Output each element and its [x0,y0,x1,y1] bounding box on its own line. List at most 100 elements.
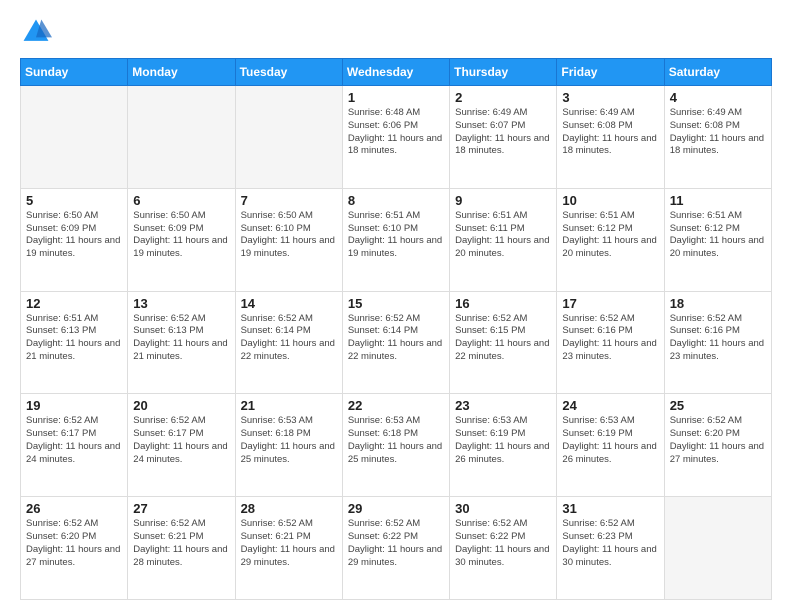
day-info: Sunrise: 6:52 AM Sunset: 6:14 PM Dayligh… [241,313,337,364]
day-number: 6 [133,193,229,208]
weekday-header-row: SundayMondayTuesdayWednesdayThursdayFrid… [21,59,772,86]
calendar-cell: 14 Sunrise: 6:52 AM Sunset: 6:14 PM Dayli… [235,291,342,394]
day-info: Sunrise: 6:49 AM Sunset: 6:08 PM Dayligh… [670,107,766,158]
calendar-cell: 12Sunrise: 6:51 AM Sunset: 6:13 PM Dayli… [21,291,128,394]
day-number: 29 [348,501,444,516]
day-info: Sunrise: 6:52 AM Sunset: 6:20 PM Dayligh… [26,518,122,569]
day-number: 9 [455,193,551,208]
day-info: Sunrise: 6:53 AM Sunset: 6:19 PM Dayligh… [562,415,658,466]
day-number: 19 [26,398,122,413]
day-number: 20 [133,398,229,413]
day-number: 1 [348,90,444,105]
day-info: Sunrise: 6:48 AM Sunset: 6:06 PM Dayligh… [348,107,444,158]
calendar-cell: 23 Sunrise: 6:53 AM Sunset: 6:19 PM Dayli… [450,394,557,497]
day-number: 23 [455,398,551,413]
day-number: 5 [26,193,122,208]
calendar-cell: 31 Sunrise: 6:52 AM Sunset: 6:23 PM Dayli… [557,497,664,600]
calendar-cell: 24 Sunrise: 6:53 AM Sunset: 6:19 PM Dayli… [557,394,664,497]
calendar-cell: 26 Sunrise: 6:52 AM Sunset: 6:20 PM Dayli… [21,497,128,600]
calendar-cell: 1 Sunrise: 6:48 AM Sunset: 6:06 PM Daylig… [342,86,449,189]
day-number: 4 [670,90,766,105]
day-info: Sunrise: 6:49 AM Sunset: 6:08 PM Dayligh… [562,107,658,158]
day-number: 24 [562,398,658,413]
day-number: 11 [670,193,766,208]
day-number: 31 [562,501,658,516]
day-info: Sunrise: 6:50 AM Sunset: 6:10 PM Dayligh… [241,210,337,261]
day-info: Sunrise: 6:52 AM Sunset: 6:21 PM Dayligh… [241,518,337,569]
day-info: Sunrise: 6:52 AM Sunset: 6:16 PM Dayligh… [670,313,766,364]
day-info: Sunrise: 6:51 AM Sunset: 6:12 PM Dayligh… [670,210,766,261]
day-info: Sunrise: 6:51 AM Sunset: 6:10 PM Dayligh… [348,210,444,261]
day-info: Sunrise: 6:52 AM Sunset: 6:15 PM Dayligh… [455,313,551,364]
calendar-cell: 6 Sunrise: 6:50 AM Sunset: 6:09 PM Daylig… [128,188,235,291]
week-row-2: 5 Sunrise: 6:50 AM Sunset: 6:09 PM Daylig… [21,188,772,291]
calendar-cell: 11 Sunrise: 6:51 AM Sunset: 6:12 PM Dayli… [664,188,771,291]
day-number: 26 [26,501,122,516]
day-info: Sunrise: 6:52 AM Sunset: 6:17 PM Dayligh… [26,415,122,466]
week-row-5: 26 Sunrise: 6:52 AM Sunset: 6:20 PM Dayli… [21,497,772,600]
calendar-cell: 4 Sunrise: 6:49 AM Sunset: 6:08 PM Daylig… [664,86,771,189]
calendar-cell: 18 Sunrise: 6:52 AM Sunset: 6:16 PM Dayli… [664,291,771,394]
calendar-cell: 17Sunrise: 6:52 AM Sunset: 6:16 PM Dayli… [557,291,664,394]
day-number: 22 [348,398,444,413]
day-info: Sunrise: 6:52 AM Sunset: 6:21 PM Dayligh… [133,518,229,569]
day-number: 14 [241,296,337,311]
day-number: 27 [133,501,229,516]
day-number: 2 [455,90,551,105]
day-number: 8 [348,193,444,208]
day-info: Sunrise: 6:51 AM Sunset: 6:13 PM Dayligh… [26,313,122,364]
weekday-header-sunday: Sunday [21,59,128,86]
calendar-cell: 2 Sunrise: 6:49 AM Sunset: 6:07 PM Daylig… [450,86,557,189]
page: SundayMondayTuesdayWednesdayThursdayFrid… [0,0,792,612]
weekday-header-friday: Friday [557,59,664,86]
calendar-cell: 30 Sunrise: 6:52 AM Sunset: 6:22 PM Dayli… [450,497,557,600]
calendar-cell: 13Sunrise: 6:52 AM Sunset: 6:13 PM Dayli… [128,291,235,394]
calendar-cell: 19 Sunrise: 6:52 AM Sunset: 6:17 PM Dayli… [21,394,128,497]
day-info: Sunrise: 6:52 AM Sunset: 6:22 PM Dayligh… [348,518,444,569]
weekday-header-saturday: Saturday [664,59,771,86]
day-info: Sunrise: 6:52 AM Sunset: 6:23 PM Dayligh… [562,518,658,569]
calendar-cell: 29 Sunrise: 6:52 AM Sunset: 6:22 PM Dayli… [342,497,449,600]
day-number: 30 [455,501,551,516]
logo-icon [20,16,52,48]
day-info: Sunrise: 6:52 AM Sunset: 6:14 PM Dayligh… [348,313,444,364]
calendar-cell: 15 Sunrise: 6:52 AM Sunset: 6:14 PM Dayli… [342,291,449,394]
calendar-cell [21,86,128,189]
day-number: 25 [670,398,766,413]
calendar-cell: 27 Sunrise: 6:52 AM Sunset: 6:21 PM Dayli… [128,497,235,600]
day-info: Sunrise: 6:52 AM Sunset: 6:16 PM Dayligh… [562,313,658,364]
day-number: 13 [133,296,229,311]
day-info: Sunrise: 6:53 AM Sunset: 6:19 PM Dayligh… [455,415,551,466]
day-info: Sunrise: 6:52 AM Sunset: 6:22 PM Dayligh… [455,518,551,569]
day-info: Sunrise: 6:49 AM Sunset: 6:07 PM Dayligh… [455,107,551,158]
week-row-3: 12Sunrise: 6:51 AM Sunset: 6:13 PM Dayli… [21,291,772,394]
calendar-cell: 9 Sunrise: 6:51 AM Sunset: 6:11 PM Daylig… [450,188,557,291]
day-info: Sunrise: 6:50 AM Sunset: 6:09 PM Dayligh… [133,210,229,261]
day-number: 15 [348,296,444,311]
day-info: Sunrise: 6:50 AM Sunset: 6:09 PM Dayligh… [26,210,122,261]
day-number: 18 [670,296,766,311]
day-info: Sunrise: 6:52 AM Sunset: 6:17 PM Dayligh… [133,415,229,466]
day-info: Sunrise: 6:51 AM Sunset: 6:11 PM Dayligh… [455,210,551,261]
week-row-4: 19 Sunrise: 6:52 AM Sunset: 6:17 PM Dayli… [21,394,772,497]
calendar-cell: 10Sunrise: 6:51 AM Sunset: 6:12 PM Dayli… [557,188,664,291]
calendar-cell: 20 Sunrise: 6:52 AM Sunset: 6:17 PM Dayli… [128,394,235,497]
day-info: Sunrise: 6:53 AM Sunset: 6:18 PM Dayligh… [241,415,337,466]
calendar-cell: 28Sunrise: 6:52 AM Sunset: 6:21 PM Dayli… [235,497,342,600]
calendar-cell [235,86,342,189]
day-number: 7 [241,193,337,208]
calendar-cell: 5 Sunrise: 6:50 AM Sunset: 6:09 PM Daylig… [21,188,128,291]
weekday-header-monday: Monday [128,59,235,86]
calendar-cell: 3 Sunrise: 6:49 AM Sunset: 6:08 PM Daylig… [557,86,664,189]
calendar-cell: 8 Sunrise: 6:51 AM Sunset: 6:10 PM Daylig… [342,188,449,291]
calendar-cell [664,497,771,600]
day-number: 21 [241,398,337,413]
calendar-cell [128,86,235,189]
day-number: 10 [562,193,658,208]
day-info: Sunrise: 6:53 AM Sunset: 6:18 PM Dayligh… [348,415,444,466]
calendar-cell: 7 Sunrise: 6:50 AM Sunset: 6:10 PM Daylig… [235,188,342,291]
day-number: 3 [562,90,658,105]
day-info: Sunrise: 6:52 AM Sunset: 6:20 PM Dayligh… [670,415,766,466]
logo [20,16,56,48]
calendar-cell: 22 Sunrise: 6:53 AM Sunset: 6:18 PM Dayli… [342,394,449,497]
